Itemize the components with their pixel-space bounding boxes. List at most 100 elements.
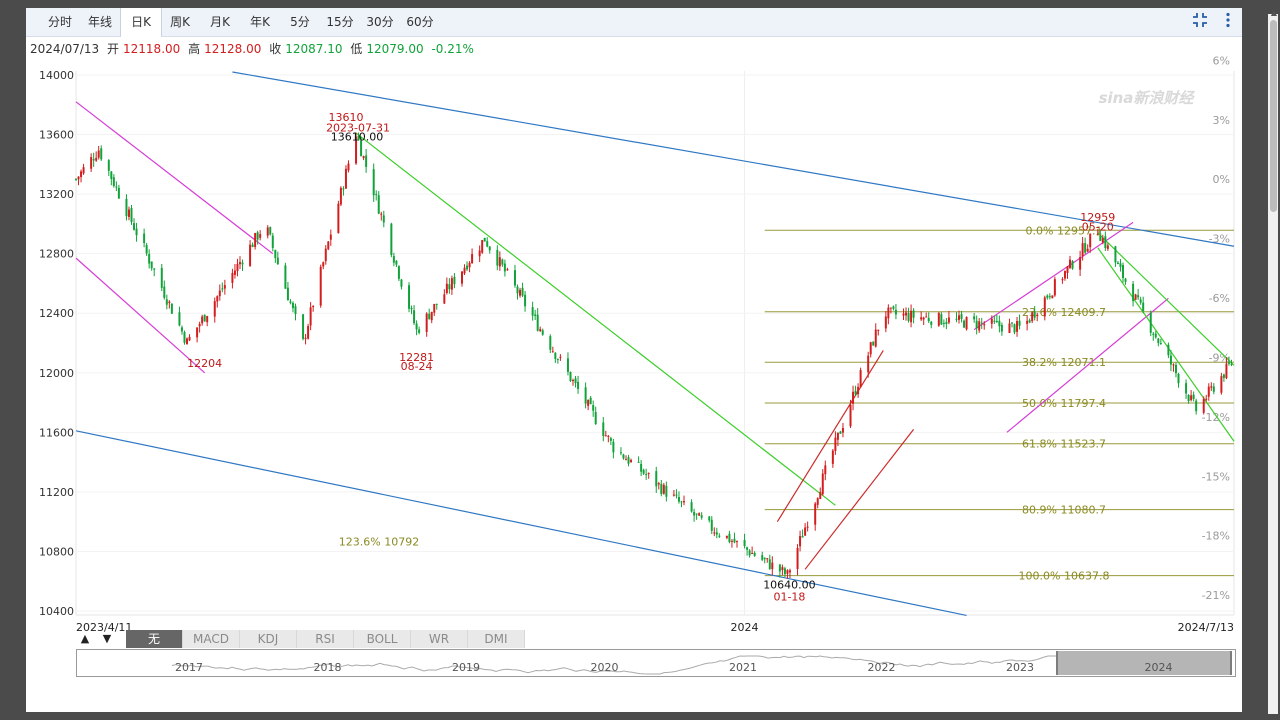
candle-body [960, 314, 963, 319]
candle-body [448, 284, 451, 290]
candle-body [683, 501, 686, 503]
candle-body [372, 169, 375, 196]
candle-body [604, 435, 607, 437]
candle-body [223, 285, 226, 289]
annotation-7: 05-20 [1082, 221, 1114, 234]
candle-body [640, 463, 643, 472]
pct-tick-label: -18% [1202, 530, 1230, 543]
candle-body [1202, 398, 1205, 413]
range-navigator[interactable]: 2017 2018 2019 2020 2021 2022 2023 2024 [76, 649, 1236, 677]
candle-body [450, 278, 453, 290]
candle-body [206, 316, 209, 323]
channel-mag-1 [75, 101, 274, 255]
candle-body [1033, 311, 1036, 318]
candle-body [698, 513, 701, 516]
candle-body [647, 473, 650, 475]
candle-body [973, 316, 976, 320]
candle-body [443, 294, 446, 304]
candle-body [955, 318, 958, 320]
candle-body [513, 270, 516, 286]
candle-body [130, 207, 133, 222]
y-tick-label: 12400 [39, 307, 74, 320]
candle-body [751, 553, 754, 555]
candle-body [347, 163, 350, 171]
candle-body [1159, 343, 1162, 345]
arrow-up-icon[interactable]: ▲ [76, 630, 94, 648]
candle-body [110, 171, 113, 179]
candle-body [930, 321, 933, 325]
candle-body [97, 150, 100, 158]
navigator-year: 2019 [452, 661, 480, 674]
candle-body [180, 327, 183, 332]
candle-body [592, 405, 595, 411]
candle-body [920, 317, 923, 320]
candle-body [309, 307, 312, 326]
candle-body [693, 511, 696, 516]
candle-body [753, 552, 756, 556]
indicator-6[interactable]: DMI [468, 630, 525, 648]
navigator-year: 2020 [590, 661, 619, 674]
candle-body [377, 195, 380, 214]
candle-body [198, 323, 201, 327]
candle-body [814, 503, 817, 525]
candle-body [453, 276, 456, 285]
y-tick-label: 13200 [39, 188, 74, 201]
candle-body [501, 259, 504, 265]
scroll-up-arrow-icon[interactable]: ▲ [1268, 8, 1280, 18]
candle-body [788, 570, 791, 573]
channel-green-3 [1097, 247, 1235, 442]
candle-body [1116, 262, 1119, 265]
candle-body [905, 312, 908, 316]
navigator-year: 2021 [729, 661, 757, 674]
candle-body [963, 320, 966, 328]
candle-body [622, 454, 625, 459]
indicator-0[interactable]: 无 [126, 630, 183, 648]
candle-body [400, 279, 403, 287]
candle-body [624, 459, 627, 461]
candle-body [594, 411, 597, 425]
annotation-9: 01-18 [773, 591, 805, 604]
candle-body [534, 314, 537, 317]
candle-body [1210, 386, 1213, 388]
candle-body [1071, 261, 1074, 269]
y-tick-label: 10400 [39, 605, 74, 618]
indicator-5[interactable]: WR [411, 630, 468, 648]
candle-body [117, 187, 120, 199]
candle-body [539, 329, 542, 331]
indicator-3[interactable]: RSI [297, 630, 354, 648]
kline-chart[interactable]: 14000 13600 13200 12800 12400 12000 11600 11200… [26, 8, 1242, 712]
candle-body [766, 558, 769, 560]
indicator-4[interactable]: BOLL [354, 630, 411, 648]
candle-body [730, 540, 733, 542]
candle-body [912, 310, 915, 318]
y-tick-label: 12000 [39, 367, 74, 380]
candle-body [150, 261, 153, 269]
scrollbar-thumb[interactable] [1270, 20, 1277, 212]
candle-body [90, 157, 93, 169]
indicator-1[interactable]: MACD [183, 630, 240, 648]
candle-body [937, 312, 940, 326]
arrow-down-icon[interactable]: ▼ [98, 630, 116, 648]
indicator-2[interactable]: KDJ [240, 630, 297, 648]
candle-body [768, 559, 771, 570]
candle-body [1225, 363, 1228, 379]
candle-body [216, 296, 219, 302]
candle-body [556, 358, 559, 360]
candle-body [133, 223, 136, 230]
candle-body [1046, 295, 1049, 298]
candle-body [1121, 265, 1124, 279]
candle-body [867, 355, 870, 373]
candle-body [554, 352, 557, 359]
candle-body [322, 262, 325, 267]
y-tick-label: 12800 [39, 248, 74, 261]
candle-body [365, 155, 368, 167]
candle-body [1174, 364, 1177, 374]
candle-body [170, 303, 173, 314]
candle-body [675, 494, 678, 496]
fib-label-5: 80.9% 11080.7 [1022, 504, 1106, 517]
candle-body [339, 187, 342, 205]
candle-body [993, 320, 996, 322]
candle-body [337, 203, 340, 234]
candle-body [236, 263, 239, 272]
candle-body [382, 215, 385, 223]
